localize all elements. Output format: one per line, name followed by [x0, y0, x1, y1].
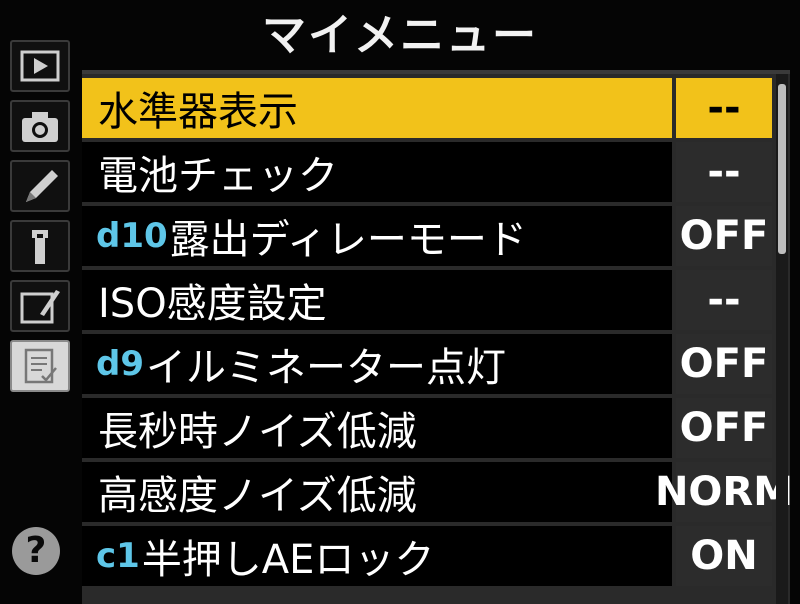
- retouch-brush-icon: [20, 290, 60, 324]
- tab-custom-settings-menu[interactable]: [10, 160, 70, 212]
- menu-item-label: 水準器表示: [98, 89, 298, 135]
- menu-item-badge: c1: [96, 536, 140, 576]
- menu-item-label: 長秒時ノイズ低減: [98, 409, 417, 455]
- menu-item-shutter-release-ae-lock[interactable]: c1 半押しAEロック ON: [82, 526, 772, 586]
- menu-item-exposure-delay[interactable]: d10 露出ディレーモード OFF: [82, 206, 772, 266]
- menu-item-virtual-horizon[interactable]: 水準器表示 --: [82, 78, 772, 138]
- menu-item-label: 電池チェック: [98, 153, 338, 199]
- menu-item-label: 半押しAEロック: [141, 537, 435, 583]
- playback-icon: [20, 50, 60, 82]
- menu-item-label-wrap: d10 露出ディレーモード: [82, 206, 672, 266]
- tab-setup-menu[interactable]: [10, 220, 70, 272]
- menu-item-value: --: [676, 270, 772, 330]
- menu-item-iso-settings[interactable]: ISO感度設定 --: [82, 270, 772, 330]
- menu-item-label: 高感度ノイズ低減: [98, 473, 417, 519]
- menu-item-label-wrap: d9 イルミネーター点灯: [82, 334, 672, 394]
- menu-item-long-exposure-nr[interactable]: 長秒時ノイズ低減 OFF: [82, 398, 772, 458]
- tab-shooting-menu[interactable]: [10, 100, 70, 152]
- menu-item-label-wrap: 長秒時ノイズ低減: [82, 398, 672, 458]
- menu-item-label: イルミネーター点灯: [146, 345, 506, 391]
- menu-tabs: [10, 40, 74, 600]
- my-menu-icon: [24, 348, 57, 384]
- menu-item-value: OFF: [676, 206, 772, 266]
- menu-item-label-wrap: 高感度ノイズ低減: [82, 462, 672, 522]
- menu-item-badge: d10: [96, 216, 168, 256]
- menu-item-label: 露出ディレーモード: [169, 217, 527, 263]
- menu-item-value: --: [676, 142, 772, 202]
- menu-item-label-wrap: 水準器表示: [82, 78, 672, 138]
- menu-item-label: ISO感度設定: [98, 281, 327, 327]
- menu-item-label-wrap: c1 半押しAEロック: [82, 526, 672, 586]
- menu-item-label-wrap: 電池チェック: [82, 142, 672, 202]
- menu-item-battery-info[interactable]: 電池チェック --: [82, 142, 772, 202]
- wrench-icon: [32, 230, 48, 264]
- scrollbar[interactable]: [776, 74, 788, 604]
- menu-item-value: ON: [676, 526, 772, 586]
- menu-item-value: OFF: [676, 398, 772, 458]
- menu-item-value: NORM: [655, 462, 793, 522]
- pencil-icon: [26, 170, 58, 202]
- menu-panel: 水準器表示 -- 電池チェック -- d10 露出ディレーモード OFF ISO…: [82, 70, 793, 604]
- scroll-thumb[interactable]: [778, 84, 786, 254]
- camera-icon: [22, 112, 58, 142]
- menu-item-high-iso-nr[interactable]: 高感度ノイズ低減 NORM: [82, 462, 793, 522]
- menu-title: マイメニュー: [262, 10, 538, 61]
- tab-playback-menu[interactable]: [10, 40, 70, 92]
- tab-my-menu[interactable]: [10, 340, 70, 392]
- tab-retouch-menu[interactable]: [10, 280, 70, 332]
- menu-item-value: --: [676, 78, 772, 138]
- help-button[interactable]: ?: [12, 527, 60, 575]
- menu-item-label-wrap: ISO感度設定: [82, 270, 672, 330]
- menu-item-illumination[interactable]: d9 イルミネーター点灯 OFF: [82, 334, 772, 394]
- menu-item-badge: d9: [96, 344, 144, 384]
- menu-item-value: OFF: [676, 334, 772, 394]
